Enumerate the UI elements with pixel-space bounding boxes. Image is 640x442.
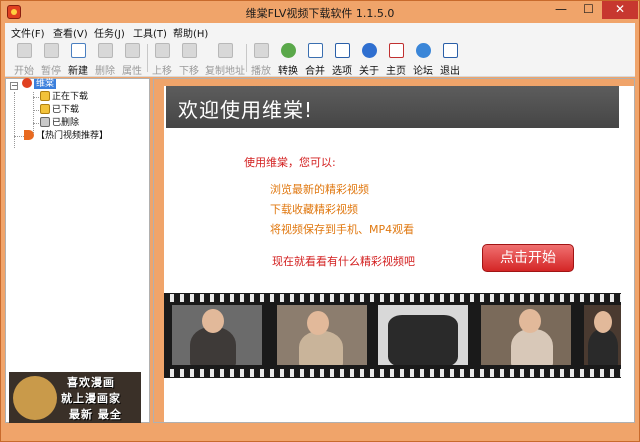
menu-file[interactable]: 文件(F) [11,25,45,40]
tree-connector [14,92,15,148]
film-sprocket-bottom [164,369,621,377]
move-down-label: 下移 [179,66,199,77]
video-thumbnail[interactable] [172,305,262,365]
video-thumbnail-figure [588,329,618,365]
exit-label: 退出 [440,66,460,77]
video-thumbnail-face [594,311,612,333]
video-filmstrip[interactable] [164,293,621,378]
start-button-main[interactable]: 点击开始 [482,244,574,272]
welcome-heading: 欢迎使用维棠! [178,98,314,122]
ad-line: 喜欢漫画 [67,376,115,389]
new-icon [71,43,86,58]
start-icon [17,43,32,58]
tree-connector [14,136,24,137]
tree-collapse-toggle[interactable]: − [10,82,18,90]
exit-icon [443,43,458,58]
merge-icon [308,43,323,58]
folder-icon [40,91,50,101]
feature-item: 将视频保存到手机、MP4观看 [270,223,415,236]
exit-button[interactable]: 退出 [437,42,463,77]
play-icon [254,43,269,58]
tree-item-root-label: 维棠 [34,79,57,89]
minimize-button[interactable]: — [547,1,575,19]
video-thumbnail[interactable] [481,305,571,365]
ad-banner[interactable]: 喜欢漫画 就上漫画家 最新 最全 [9,372,141,423]
move-down-icon [182,43,197,58]
ad-line: 最新 最全 [69,408,122,421]
cta-text: 现在就看看有什么精彩视频吧 [272,255,415,268]
feature-item: 下载收藏精彩视频 [270,203,358,216]
app-window: 维棠FLV视频下载软件 1.1.5.0 — ☐ ✕ 文件(F) 查看(V) 任务… [0,0,640,442]
feature-item: 浏览最新的精彩视频 [270,183,369,196]
ad-line: 就上漫画家 [61,392,121,405]
video-thumbnail-figure [511,329,553,365]
welcome-panel: 欢迎使用维棠! 使用维棠，您可以: 浏览最新的精彩视频 下载收藏精彩视频 将视频… [153,78,635,423]
menu-tools[interactable]: 工具(T) [133,25,167,40]
weitang-logo-icon [22,78,32,88]
video-thumbnail-face [519,309,541,333]
tree-item-downloaded-label: 已下载 [52,105,80,115]
video-thumbnail[interactable] [584,305,621,365]
close-button[interactable]: ✕ [602,1,638,19]
menu-task[interactable]: 任务(J) [94,25,125,40]
tree-item-root[interactable]: 维棠 [22,78,57,91]
tree-item-featured[interactable]: 【热门视频推荐】 [24,130,108,143]
convert-icon [281,43,296,58]
film-sprocket-top [164,294,621,302]
video-thumbnail[interactable] [378,305,468,365]
copy-address-button[interactable]: 复制地址 [205,42,245,77]
tree-item-deleted[interactable]: 已删除 [40,117,79,130]
move-down-button[interactable]: 下移 [176,42,202,77]
copy-address-label: 复制地址 [205,66,245,77]
intro-text: 使用维棠，您可以: [244,156,336,169]
welcome-banner: 欢迎使用维棠! [166,86,619,128]
pause-icon [44,43,59,58]
menu-view[interactable]: 查看(V) [53,25,88,40]
maximize-button[interactable]: ☐ [575,1,602,19]
copy-address-icon [218,43,233,58]
menu-help[interactable]: 帮助(H) [173,25,208,40]
video-thumbnail-figure [299,331,343,365]
delete-icon [98,43,113,58]
tree-item-downloading-label: 正在下载 [52,92,89,102]
title-bar[interactable]: 维棠FLV视频下载软件 1.1.5.0 — ☐ ✕ [1,1,639,23]
tree-item-featured-label: 【热门视频推荐】 [36,131,109,141]
move-up-icon [155,43,170,58]
properties-label: 属性 [122,66,142,77]
homepage-icon [389,43,404,58]
properties-icon [125,43,140,58]
forum-icon [416,43,431,58]
video-thumbnail[interactable] [277,305,367,365]
window-title: 维棠FLV视频下载软件 1.1.5.0 [245,7,395,20]
about-icon [362,43,377,58]
toolbar: 开始 暂停 新建 删除 属性 上移 下移 复制地址 播放 转换 合并 选项 关于… [5,40,635,77]
arrow-icon [24,130,34,140]
folder-icon [40,104,50,114]
video-thumbnail-face [202,309,224,333]
welcome-content: 欢迎使用维棠! 使用维棠，您可以: 浏览最新的精彩视频 下载收藏精彩视频 将视频… [164,86,634,422]
video-thumbnail-figure [388,315,458,365]
properties-button[interactable]: 属性 [119,42,145,77]
video-thumbnail-face [307,311,329,335]
menu-bar: 文件(F) 查看(V) 任务(J) 工具(T) 帮助(H) [5,23,635,40]
tree-item-downloading[interactable]: 正在下载 [40,91,88,104]
tree-item-downloaded[interactable]: 已下载 [40,104,79,117]
trash-icon [40,117,50,127]
tree-connector [33,92,34,133]
options-icon [335,43,350,58]
ad-character-image [13,376,57,420]
tree-item-deleted-label: 已删除 [52,118,80,128]
